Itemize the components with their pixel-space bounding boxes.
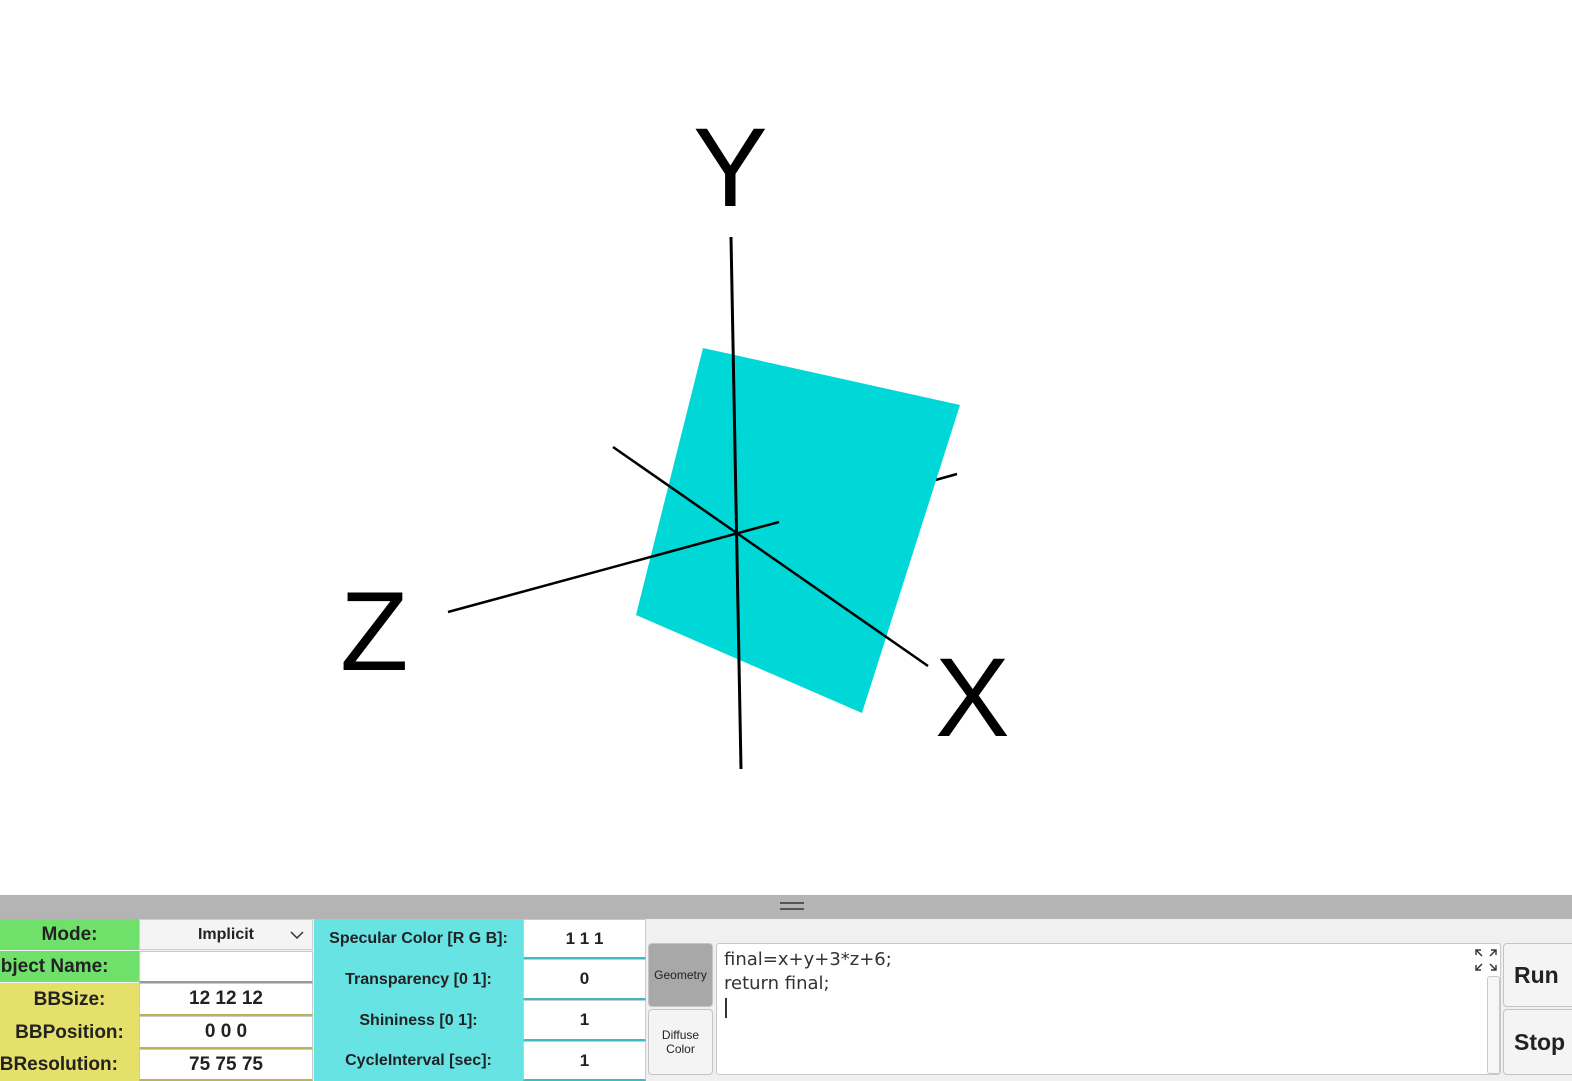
bbresolution-input[interactable]: 75 75 75 — [139, 1049, 313, 1081]
object-name-input[interactable] — [139, 951, 313, 983]
run-button[interactable]: Run — [1503, 943, 1572, 1007]
tab-diffuse-label-line1: Diffuse — [661, 1028, 700, 1042]
specular-color-input[interactable]: 1 1 1 — [523, 919, 646, 959]
bbsize-label: BBSize: — [0, 983, 139, 1016]
x-axis-label: X — [935, 635, 1010, 760]
cycle-interval-label: CycleInterval [sec]: — [314, 1041, 523, 1081]
specular-color-label: Specular Color [R G B]: — [314, 919, 523, 959]
code-editor[interactable]: final=x+y+3*z+6; return final; — [716, 943, 1501, 1075]
scene-canvas[interactable] — [0, 0, 1572, 895]
control-panel: Mode: Object Name: BBSize: BBPosition: B… — [0, 919, 1572, 1081]
mode-dropdown-value: Implicit — [197, 925, 254, 943]
editor-scrollbar[interactable] — [1487, 976, 1500, 1074]
mode-dropdown[interactable]: Implicit — [139, 919, 313, 950]
run-button-label: Run — [1514, 961, 1559, 988]
y-axis-label: Y — [693, 105, 768, 230]
tab-diffuse-color[interactable]: Diffuse Color — [648, 1009, 713, 1075]
text-caret — [725, 998, 727, 1018]
chevron-down-icon — [290, 931, 304, 940]
shininess-input[interactable]: 1 — [523, 1000, 646, 1041]
cycle-interval-input[interactable]: 1 — [523, 1041, 646, 1081]
3d-viewport[interactable]: Y Z X — [0, 0, 1572, 895]
code-editor-text[interactable]: final=x+y+3*z+6; return final; — [724, 948, 892, 996]
bbposition-label: BBPosition: — [0, 1016, 139, 1049]
tab-geometry-label: Geometry — [654, 968, 707, 982]
bbposition-input[interactable]: 0 0 0 — [139, 1016, 313, 1049]
implicit-surface — [636, 348, 960, 713]
tab-diffuse-label-line2: Color — [666, 1042, 695, 1056]
expand-icon[interactable] — [1472, 946, 1500, 974]
stop-button-label: Stop — [1514, 1028, 1566, 1055]
bbresolution-label: BBResolution: — [0, 1049, 139, 1081]
mode-label: Mode: — [0, 919, 139, 950]
shininess-label: Shininess [0 1]: — [314, 1000, 523, 1041]
drag-handle-icon[interactable] — [780, 902, 804, 912]
z-axis-label: Z — [340, 569, 409, 694]
transparency-input[interactable]: 0 — [523, 959, 646, 1000]
transparency-label: Transparency [0 1]: — [314, 959, 523, 1000]
panel-splitter[interactable] — [0, 895, 1572, 919]
bbsize-input[interactable]: 12 12 12 — [139, 983, 313, 1016]
tab-geometry[interactable]: Geometry — [648, 943, 713, 1007]
stop-button[interactable]: Stop — [1503, 1009, 1572, 1075]
object-name-label: Object Name: — [0, 951, 139, 982]
